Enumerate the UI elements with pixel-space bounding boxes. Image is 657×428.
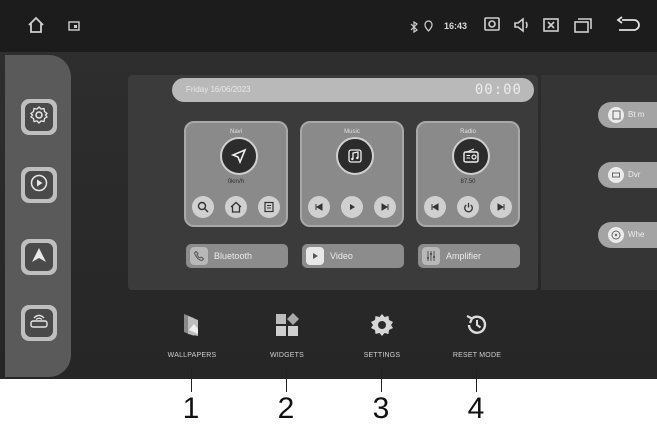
callout-line-2 bbox=[286, 366, 287, 392]
settings-icon bbox=[30, 105, 48, 129]
status-bar: 16:43 bbox=[0, 0, 657, 52]
item-label: Whe bbox=[628, 230, 645, 239]
widgets-icon bbox=[271, 310, 303, 340]
dock-settings-button[interactable] bbox=[21, 99, 57, 135]
file-icon bbox=[608, 107, 624, 123]
pill-label: Amplifier bbox=[446, 251, 482, 261]
home-icon[interactable] bbox=[225, 196, 247, 218]
reset-mode-button[interactable]: RESET MODE bbox=[437, 310, 517, 366]
card-title: Radio bbox=[460, 129, 476, 135]
previous-icon[interactable] bbox=[424, 196, 446, 218]
callout-line-4 bbox=[476, 366, 477, 392]
wallpapers-button[interactable]: WALLPAPERS bbox=[152, 310, 232, 366]
play-icon[interactable] bbox=[341, 196, 363, 218]
bt-music-item[interactable]: Bt m bbox=[598, 102, 657, 128]
next-icon[interactable] bbox=[490, 196, 512, 218]
power-icon[interactable] bbox=[457, 196, 479, 218]
radio-icon bbox=[452, 137, 490, 175]
phone-icon bbox=[190, 247, 208, 265]
volume-icon[interactable] bbox=[512, 15, 532, 40]
callout-number-1: 1 bbox=[182, 392, 200, 425]
menu-label: WALLPAPERS bbox=[167, 352, 217, 359]
screenshot-icon[interactable] bbox=[482, 14, 502, 39]
music-card[interactable]: Music bbox=[300, 121, 404, 227]
menu-label: SETTINGS bbox=[363, 352, 401, 359]
navi-card[interactable]: Navi 0km/h bbox=[184, 121, 288, 227]
settings-gear-icon bbox=[366, 310, 398, 340]
camera-icon bbox=[608, 167, 624, 183]
menu-label: WIDGETS bbox=[269, 352, 305, 359]
pill-label: Bluetooth bbox=[214, 251, 253, 261]
menu-label: RESET MODE bbox=[452, 352, 502, 359]
clock-text: 00:00 bbox=[474, 82, 522, 98]
callout-number-4: 4 bbox=[467, 392, 485, 425]
media-icon[interactable] bbox=[68, 19, 80, 37]
speed-value: 0km/h bbox=[227, 179, 245, 185]
navigation-icon bbox=[30, 246, 48, 269]
dock-navigation-button[interactable] bbox=[21, 239, 57, 275]
router-icon bbox=[29, 312, 49, 335]
widgets-button[interactable]: WIDGETS bbox=[247, 310, 327, 366]
music-note-icon bbox=[336, 137, 374, 175]
bluetooth-pill[interactable]: Bluetooth bbox=[186, 244, 288, 268]
callout-number-3: 3 bbox=[372, 392, 390, 425]
app-dock bbox=[5, 55, 71, 377]
amplifier-pill[interactable]: Amplifier bbox=[418, 244, 520, 268]
date-bar: Friday 16/06/2023 00:00 bbox=[172, 78, 534, 102]
equalizer-icon bbox=[422, 247, 440, 265]
radio-card[interactable]: Radio 87.50 bbox=[416, 121, 520, 227]
dock-router-button[interactable] bbox=[21, 305, 57, 341]
home-icon[interactable] bbox=[26, 15, 46, 40]
item-label: Bt m bbox=[628, 110, 645, 119]
close-app-icon[interactable] bbox=[542, 16, 560, 39]
reset-icon bbox=[461, 310, 493, 340]
callout-line-3 bbox=[381, 366, 382, 392]
bluetooth-icon bbox=[410, 20, 418, 38]
location-icon bbox=[424, 19, 433, 37]
pill-label: Video bbox=[330, 251, 353, 261]
play-icon bbox=[30, 174, 48, 197]
callout-number-2: 2 bbox=[277, 392, 295, 425]
navigation-arrow-icon bbox=[220, 137, 258, 175]
card-title: Navi bbox=[229, 129, 242, 135]
windows-icon[interactable] bbox=[573, 16, 593, 39]
steering-wheel-item[interactable]: Whe bbox=[598, 222, 657, 248]
previous-icon[interactable] bbox=[308, 196, 330, 218]
play-icon bbox=[306, 247, 324, 265]
settings-button[interactable]: SETTINGS bbox=[342, 310, 422, 366]
next-icon[interactable] bbox=[374, 196, 396, 218]
list-icon[interactable] bbox=[258, 196, 280, 218]
frequency-value: 87.50 bbox=[460, 179, 476, 185]
card-title: Music bbox=[344, 129, 360, 135]
date-text: Friday 16/06/2023 bbox=[186, 85, 251, 94]
callout-line-1 bbox=[191, 366, 192, 392]
item-label: Dvr bbox=[628, 170, 641, 179]
dock-play-button[interactable] bbox=[21, 167, 57, 203]
video-pill[interactable]: Video bbox=[302, 244, 404, 268]
back-icon[interactable] bbox=[616, 15, 642, 40]
status-time: 16:43 bbox=[444, 21, 468, 31]
search-icon[interactable] bbox=[192, 196, 214, 218]
dvr-item[interactable]: Dvr bbox=[598, 162, 657, 188]
steering-wheel-icon bbox=[608, 227, 624, 243]
head-unit-screen: 16:43 Friday 16/06/2023 00:00 Navi 0km/h… bbox=[0, 0, 657, 379]
wallpapers-icon bbox=[176, 310, 208, 340]
